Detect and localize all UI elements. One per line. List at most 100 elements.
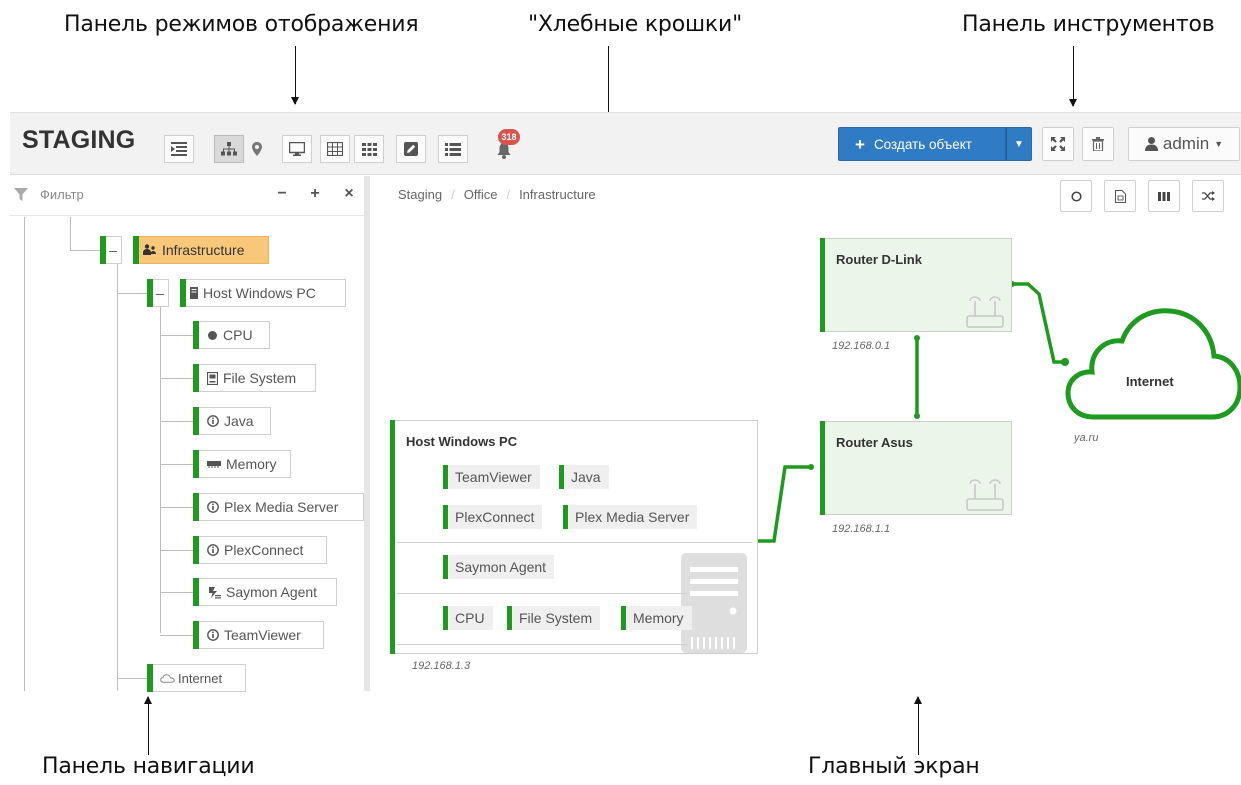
list-view-button[interactable] [438,135,468,163]
tree-node-plex-media-server[interactable]: Plex Media Server [193,493,364,521]
component-java[interactable]: Java [559,465,609,489]
annotation-navigation: Панель навигации [42,754,255,779]
card-divider [397,542,752,543]
tree-node-label: Saymon Agent [226,584,318,600]
collapse-all-button[interactable]: − [273,185,291,203]
router-asus-ip: 192.168.1.1 [832,523,891,535]
router-dlink-card[interactable]: Router D-Link [820,238,1012,332]
create-object-label: Создать объект [873,136,972,152]
cloud-icon [160,673,175,683]
server-icon [190,287,198,299]
tree-line [117,293,147,294]
dashboard-view-button[interactable] [282,135,312,163]
annotation-display-modes: Панель режимов отображения [64,12,419,37]
component-plex-media-server[interactable]: Plex Media Server [563,505,698,529]
create-object-dropdown[interactable]: ▼ [1006,127,1032,161]
tree-line [160,550,193,551]
minus-icon: – [109,242,117,258]
notifications-badge: 318 [498,129,520,145]
filter-icon [14,188,28,201]
router-asus-card[interactable]: Router Asus [820,421,1012,515]
tree-node-label: File System [223,370,297,386]
clear-filter-button[interactable]: × [340,185,358,203]
filter-bar: Фильтр − + × [10,176,364,216]
brand-title: STAGING [22,126,136,154]
top-bar: STAGING 318 + Создать объект ▼ admin ▼ [10,113,1241,175]
annotation-main-screen: Главный экран [808,754,980,779]
component-plexconnect[interactable]: PlexConnect [443,505,543,529]
filter-input[interactable]: Фильтр [40,187,84,202]
tree-node-cpu[interactable]: CPU [193,321,270,349]
tree-node-label: Plex Media Server [224,499,339,515]
expand-all-button[interactable]: + [306,185,324,203]
tree-node-internet[interactable]: Internet [147,664,246,692]
grid-view-button[interactable] [354,135,384,163]
tree-node-label: Infrastructure [162,242,245,258]
plus-icon: + [855,134,865,154]
tree-line [24,217,25,691]
tree-line [160,378,193,379]
tree-node-teamviewer[interactable]: TeamViewer [193,621,324,649]
annotation-arrow-display-modes [291,46,299,105]
link-dlink-internet [1012,282,1067,364]
tree-node-plexconnect[interactable]: PlexConnect [193,536,327,564]
tree-node-host-windows-pc[interactable]: Host Windows PC [180,279,346,307]
edit-icon [404,142,418,156]
card-title: Host Windows PC [406,434,518,449]
router-icon [966,479,1004,511]
internet-label: Internet [1126,374,1174,389]
tree-line [160,421,193,422]
tree-toggle-host[interactable]: – [147,279,169,307]
tree-node-java[interactable]: Java [193,407,271,435]
fullscreen-button[interactable] [1042,127,1074,161]
card-divider [397,593,687,594]
annotation-arrow-navigation [144,696,152,755]
tree-node-memory[interactable]: Memory [193,450,291,478]
create-object-button[interactable]: + Создать объект [838,127,1006,161]
host-ip: 192.168.1.3 [412,660,471,672]
map-marker-icon [252,142,262,156]
component-saymon-agent[interactable]: Saymon Agent [443,555,555,579]
tree-line [70,250,100,251]
tree-node-saymon-agent[interactable]: Saymon Agent [193,578,337,606]
tree-line [117,678,147,679]
router-icon [966,296,1004,328]
tree-node-file-system[interactable]: File System [193,364,316,392]
tree-line [160,464,193,465]
host-windows-pc-card[interactable]: Host Windows PC TeamViewer Java PlexConn… [390,420,758,654]
internet-cloud-icon[interactable] [1064,301,1241,426]
caret-down-icon: ▼ [1014,138,1024,150]
info-icon [207,415,219,427]
component-file-system[interactable]: File System [507,606,601,630]
delete-button[interactable] [1082,127,1114,161]
minus-icon: – [156,285,164,301]
tree-line [160,507,193,508]
hierarchy-view-button[interactable] [214,135,244,163]
edit-view-button[interactable] [396,135,426,163]
table-view-button[interactable] [320,135,350,163]
main-screen: Staging / Office / Infrastructure Host Wi [376,176,1241,691]
user-name: admin [1162,134,1210,153]
tree-toggle-button[interactable] [164,135,194,163]
link-host-asus [750,465,811,543]
tree-node-infrastructure[interactable]: Infrastructure [133,236,269,264]
component-teamviewer[interactable]: TeamViewer [443,465,540,489]
tree-line [70,217,71,250]
notifications-button[interactable]: 318 [492,129,520,165]
map-view-button[interactable] [246,135,268,163]
table-icon [327,142,343,156]
bell-icon [497,143,511,159]
tree-toggle-infrastructure[interactable]: – [100,236,122,264]
navigation-panel: Фильтр − + × – Infrastructure – Host Win… [10,176,370,692]
info-icon [207,629,219,641]
annotation-arrow-toolbar [1069,46,1077,107]
expand-icon [1051,137,1065,151]
sitemap-icon [221,142,237,156]
component-cpu[interactable]: CPU [443,606,493,630]
user-menu-button[interactable]: admin ▼ [1128,127,1240,161]
tree-line [160,307,161,633]
link-endpoint [914,413,920,419]
info-icon [207,501,219,513]
component-memory[interactable]: Memory [621,606,692,630]
link-endpoint [808,464,814,470]
